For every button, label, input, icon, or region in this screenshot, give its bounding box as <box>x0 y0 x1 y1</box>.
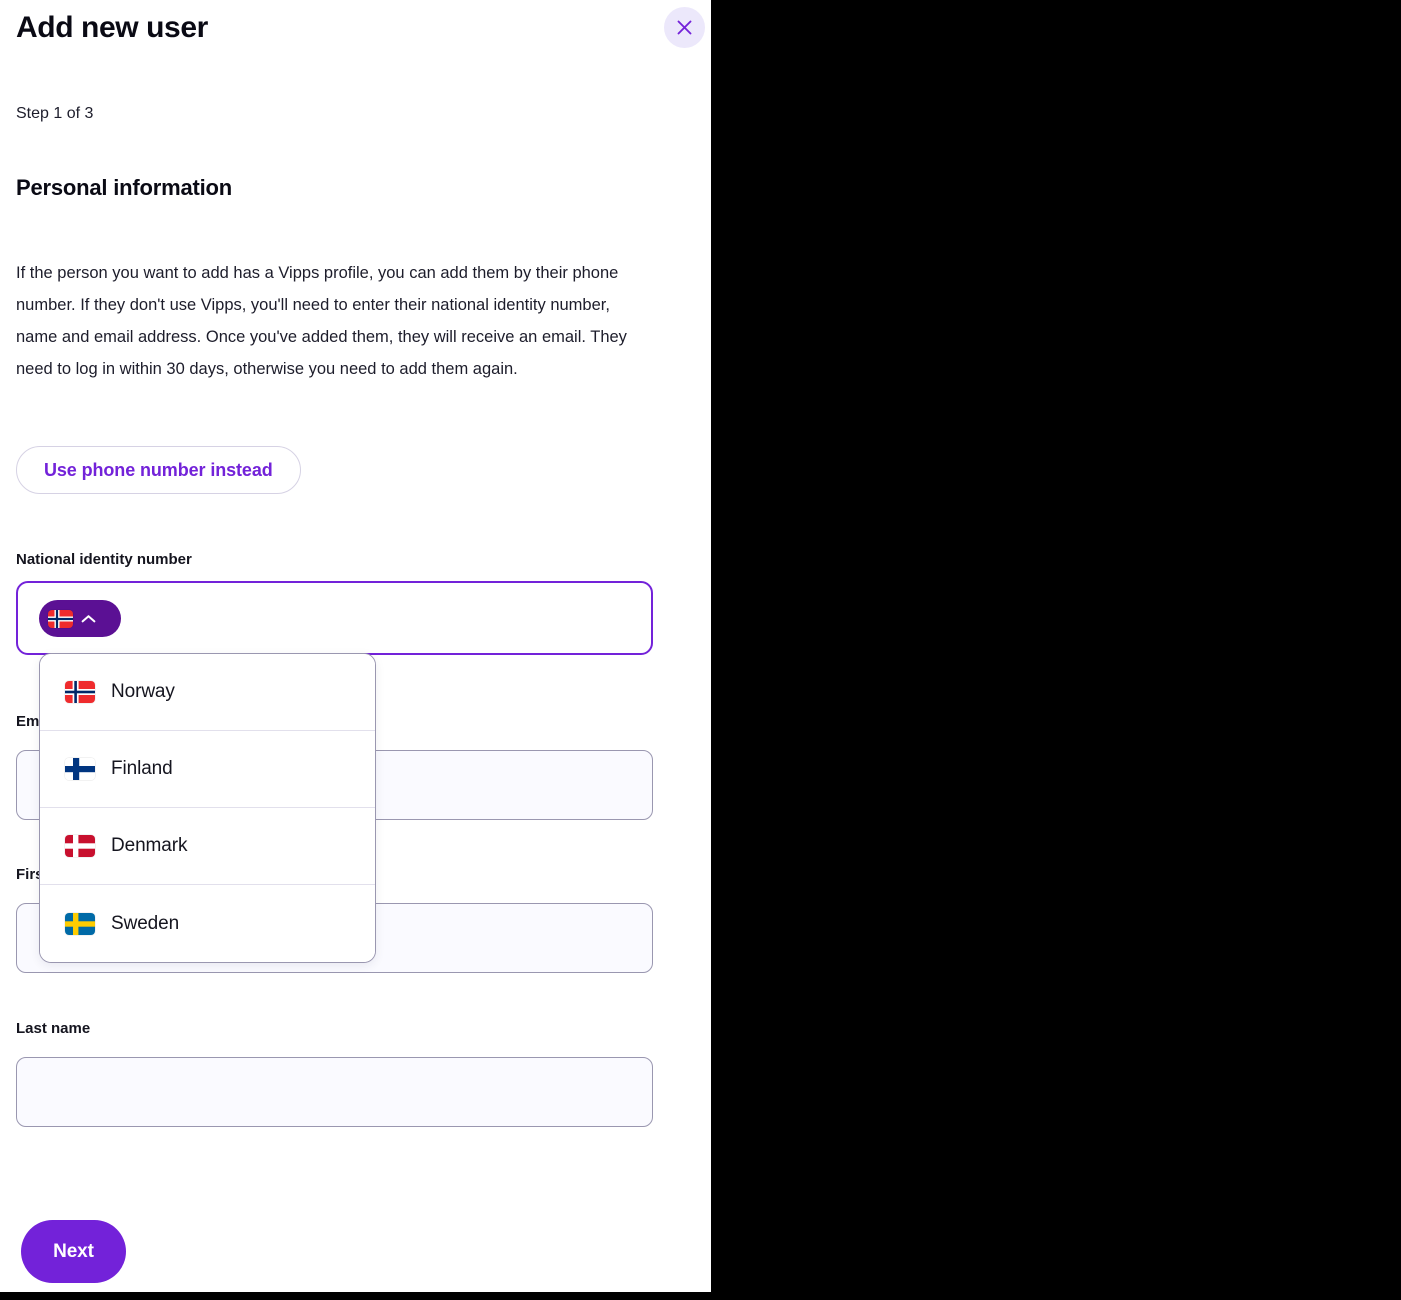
intro-paragraph: If the person you want to add has a Vipp… <box>16 263 627 378</box>
bottom-edge <box>0 1292 1401 1300</box>
country-option-label: Sweden <box>111 912 180 934</box>
national-identity-label: National identity number <box>16 551 192 568</box>
last-name-field[interactable] <box>16 1057 653 1127</box>
country-select-toggle[interactable] <box>39 600 121 637</box>
country-option-finland[interactable]: Finland <box>40 731 375 808</box>
close-button[interactable] <box>664 7 705 48</box>
chevron-up-icon <box>81 614 96 624</box>
screen: Add new user Step 1 of 3 Personal inform… <box>0 0 1401 1300</box>
norway-flag-icon <box>65 681 95 703</box>
norway-flag-icon <box>48 609 73 628</box>
country-option-label: Finland <box>111 758 173 779</box>
national-identity-input-wrapper[interactable] <box>16 581 653 655</box>
national-identity-input[interactable] <box>146 583 650 654</box>
next-button[interactable]: Next <box>21 1220 126 1283</box>
country-option-label: Denmark <box>111 835 188 856</box>
country-option-label: Norway <box>111 681 175 702</box>
denmark-flag-icon <box>65 835 95 857</box>
use-phone-number-button[interactable]: Use phone number instead <box>16 446 301 494</box>
last-name-label: Last name <box>16 1020 91 1037</box>
page-title: Add new user <box>16 11 208 44</box>
country-option-norway[interactable]: Norway <box>40 654 375 731</box>
section-title: Personal information <box>16 175 233 200</box>
add-user-modal: Add new user Step 1 of 3 Personal inform… <box>0 0 711 1292</box>
country-option-denmark[interactable]: Denmark <box>40 808 375 885</box>
step-indicator: Step 1 of 3 <box>16 105 94 122</box>
finland-flag-icon <box>65 758 95 780</box>
sweden-flag-icon <box>65 912 95 935</box>
country-option-sweden[interactable]: Sweden <box>40 885 375 962</box>
country-dropdown-list: Norway Finland Denmark Sweden <box>39 653 376 963</box>
close-icon <box>676 19 693 36</box>
